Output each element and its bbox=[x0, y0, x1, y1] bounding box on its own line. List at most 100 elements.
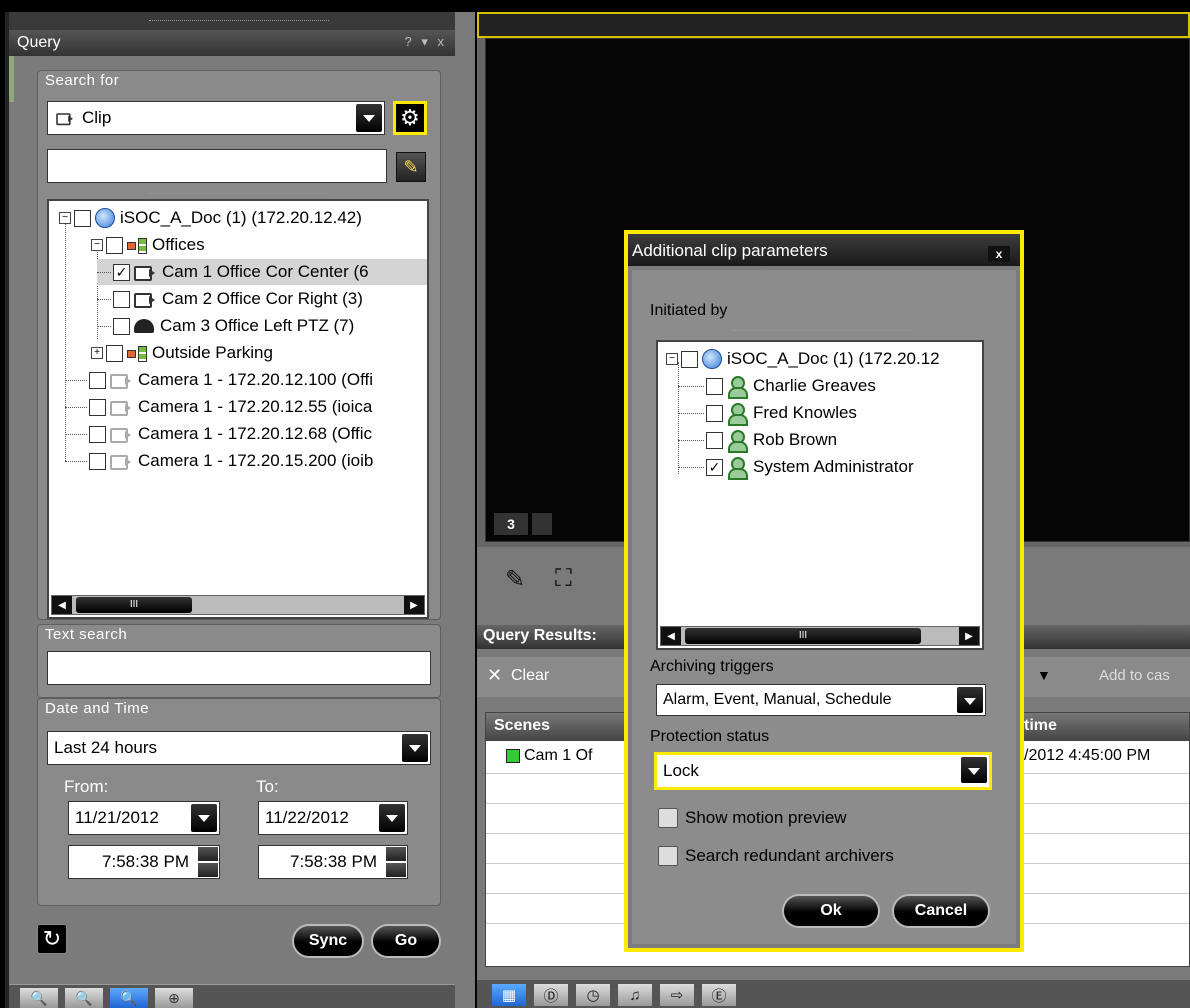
panel-splitter[interactable] bbox=[455, 12, 475, 1008]
search-redundant-checkbox[interactable]: Search redundant archivers bbox=[658, 846, 894, 866]
table-row[interactable]: Cam 1 Of bbox=[506, 747, 592, 765]
users-tree[interactable]: − iSOC_A_Doc (1) (172.20.12 Charlie Grea… bbox=[656, 340, 984, 650]
scroll-right-icon[interactable]: ▶ bbox=[959, 627, 979, 645]
tree-item-label: System Administrator bbox=[753, 457, 914, 476]
calendar-dropdown-icon[interactable] bbox=[379, 804, 405, 832]
tree-item-offices[interactable]: − Offices bbox=[91, 232, 205, 258]
tree-checkbox-checked[interactable]: ✓ bbox=[113, 263, 130, 281]
tree-item-camera[interactable]: Camera 1 - 172.20.12.68 (Offic bbox=[65, 421, 372, 447]
col-scenes[interactable]: Scenes bbox=[486, 713, 626, 741]
to-date-picker[interactable]: 11/22/2012 bbox=[258, 801, 408, 835]
scroll-thumb[interactable]: III bbox=[685, 628, 921, 644]
refresh-icon[interactable]: ↻ bbox=[37, 924, 67, 954]
tree-item-outside-parking[interactable]: + Outside Parking bbox=[91, 340, 273, 366]
crosshair-icon[interactable]: ⊕ bbox=[154, 987, 194, 1008]
export-icon[interactable]: ⇨ bbox=[659, 983, 695, 1007]
tree-checkbox[interactable] bbox=[706, 404, 723, 422]
from-date-picker[interactable]: 11/21/2012 bbox=[68, 801, 220, 835]
tree-item-user[interactable]: Charlie Greaves bbox=[678, 373, 876, 399]
chevron-down-icon[interactable] bbox=[356, 104, 382, 132]
tree-item-server[interactable]: − iSOC_A_Doc (1) (172.20.12 bbox=[666, 346, 940, 372]
tree-checkbox-checked[interactable]: ✓ bbox=[706, 458, 723, 476]
clear-button[interactable]: Clear bbox=[511, 667, 549, 685]
horizontal-scrollbar[interactable]: ◀ III ▶ bbox=[51, 595, 425, 615]
entity-tree[interactable]: − iSOC_A_Doc (1) (172.20.12.42) − Office… bbox=[47, 199, 429, 619]
tree-checkbox[interactable] bbox=[89, 371, 106, 389]
tree-checkbox[interactable] bbox=[89, 425, 106, 443]
expand-tile-icon[interactable] bbox=[532, 513, 552, 535]
chevron-down-icon[interactable] bbox=[961, 757, 987, 783]
protection-status-select[interactable]: Lock bbox=[654, 752, 992, 790]
evidence-icon[interactable]: Ⓔ bbox=[701, 983, 737, 1007]
tree-item-camera[interactable]: Camera 1 - 172.20.12.100 (Offi bbox=[65, 367, 373, 393]
collapse-icon[interactable]: − bbox=[91, 239, 103, 251]
scroll-left-icon[interactable]: ◀ bbox=[661, 627, 681, 645]
tree-item-server[interactable]: − iSOC_A_Doc (1) (172.20.12.42) bbox=[59, 205, 362, 231]
ok-button[interactable]: Ok bbox=[782, 894, 880, 928]
scroll-right-icon[interactable]: ▶ bbox=[404, 596, 424, 614]
archiving-triggers-select[interactable]: Alarm, Event, Manual, Schedule bbox=[656, 684, 986, 716]
search-filter-input[interactable] bbox=[47, 149, 387, 183]
pen-icon[interactable]: ✎ bbox=[505, 565, 525, 594]
scroll-thumb[interactable]: III bbox=[76, 597, 192, 613]
text-search-input[interactable] bbox=[47, 651, 431, 685]
add-to-case-button[interactable]: Add to cas bbox=[1099, 667, 1170, 684]
tree-checkbox[interactable] bbox=[706, 431, 723, 449]
checkbox[interactable] bbox=[658, 808, 678, 828]
cancel-button[interactable]: Cancel bbox=[892, 894, 990, 928]
spinner-icon[interactable] bbox=[198, 847, 218, 877]
chevron-down-icon[interactable] bbox=[957, 687, 983, 713]
scroll-left-icon[interactable]: ◀ bbox=[52, 596, 72, 614]
tree-item-cam2[interactable]: Cam 2 Office Cor Right (3) bbox=[97, 286, 363, 312]
tree-checkbox[interactable] bbox=[106, 344, 123, 362]
fullscreen-icon[interactable]: ⛶ bbox=[555, 565, 572, 593]
tree-checkbox[interactable] bbox=[106, 236, 123, 254]
tree-item-user[interactable]: Rob Brown bbox=[678, 427, 837, 453]
results-icon[interactable]: ▦ bbox=[491, 983, 527, 1007]
expand-icon[interactable]: + bbox=[91, 347, 103, 359]
tree-item-camera[interactable]: Camera 1 - 172.20.12.55 (ioica bbox=[65, 394, 372, 420]
checkbox[interactable] bbox=[658, 846, 678, 866]
collapse-icon[interactable]: − bbox=[59, 212, 71, 224]
resize-grip[interactable] bbox=[149, 20, 329, 26]
playback-icon[interactable]: Ⓓ bbox=[533, 983, 569, 1007]
tree-item-camera[interactable]: Camera 1 - 172.20.15.200 (ioib bbox=[65, 448, 373, 474]
from-time-input[interactable]: 7:58:38 PM bbox=[68, 845, 220, 879]
tree-item-user[interactable]: Fred Knowles bbox=[678, 400, 857, 426]
clear-icon[interactable]: ✕ bbox=[487, 665, 502, 686]
tree-checkbox[interactable] bbox=[113, 290, 130, 308]
show-motion-preview-checkbox[interactable]: Show motion preview bbox=[658, 808, 847, 828]
tree-item-cam1[interactable]: ✓ Cam 1 Office Cor Center (6 bbox=[97, 259, 427, 285]
tree-checkbox[interactable] bbox=[89, 398, 106, 416]
calendar-dropdown-icon[interactable] bbox=[191, 804, 217, 832]
tree-item-cam3[interactable]: Cam 3 Office Left PTZ (7) bbox=[97, 313, 354, 339]
tree-checkbox[interactable] bbox=[681, 350, 698, 368]
tree-connector bbox=[678, 385, 704, 387]
eraser-icon[interactable]: ✎ bbox=[396, 152, 426, 182]
date-range-select[interactable]: Last 24 hours bbox=[47, 731, 431, 765]
close-icon[interactable]: x bbox=[988, 246, 1010, 262]
tree-checkbox[interactable] bbox=[89, 452, 106, 470]
spinner-icon[interactable] bbox=[386, 847, 406, 877]
search-icon[interactable]: 🔍 bbox=[64, 987, 104, 1008]
resize-grip[interactable] bbox=[732, 330, 912, 336]
search-active-icon[interactable]: 🔍 bbox=[109, 987, 149, 1008]
tree-checkbox[interactable] bbox=[74, 209, 91, 227]
go-button[interactable]: Go bbox=[371, 924, 441, 958]
alarm-icon[interactable]: ♫ bbox=[617, 983, 653, 1007]
sync-button[interactable]: Sync bbox=[292, 924, 364, 958]
tree-checkbox[interactable] bbox=[706, 377, 723, 395]
clock-icon[interactable]: ◷ bbox=[575, 983, 611, 1007]
zoom-search-icon[interactable]: 🔍 bbox=[19, 987, 59, 1008]
col-time[interactable]: time bbox=[1016, 713, 1189, 741]
gear-icon[interactable]: ⚙ bbox=[393, 101, 427, 135]
chevron-down-icon[interactable] bbox=[402, 734, 428, 762]
collapse-icon[interactable]: − bbox=[666, 353, 678, 365]
panel-controls[interactable]: ? ▾ x bbox=[405, 34, 447, 50]
horizontal-scrollbar[interactable]: ◀ III ▶ bbox=[660, 626, 980, 646]
search-type-select[interactable]: Clip bbox=[47, 101, 385, 135]
to-time-input[interactable]: 7:58:38 PM bbox=[258, 845, 408, 879]
tree-item-user[interactable]: ✓ System Administrator bbox=[678, 454, 914, 480]
dropdown-icon[interactable]: ▼ bbox=[1037, 667, 1051, 683]
tree-checkbox[interactable] bbox=[113, 317, 130, 335]
